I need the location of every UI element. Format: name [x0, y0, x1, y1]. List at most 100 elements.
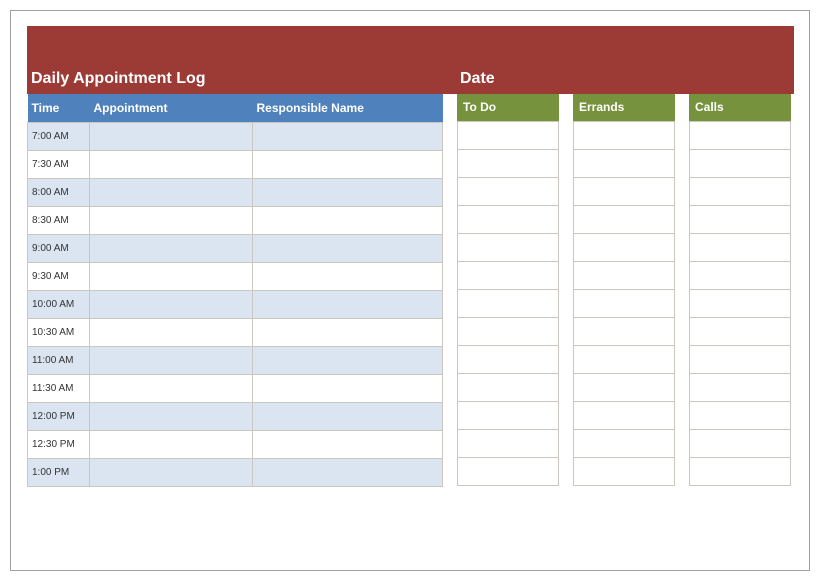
cell-appointment[interactable] — [90, 346, 253, 374]
cell-appointment[interactable] — [90, 430, 253, 458]
side-cell[interactable] — [573, 234, 675, 262]
side-cell[interactable] — [689, 402, 791, 430]
cell-time[interactable]: 11:30 AM — [28, 374, 90, 402]
table-row: 11:00 AM — [28, 346, 443, 374]
side-cell[interactable] — [573, 318, 675, 346]
side-cell[interactable] — [689, 374, 791, 402]
cell-appointment[interactable] — [90, 374, 253, 402]
cell-responsible[interactable] — [253, 150, 443, 178]
side-cell[interactable] — [689, 318, 791, 346]
side-cell[interactable] — [457, 430, 559, 458]
side-column-header: Calls — [689, 94, 791, 122]
side-cell[interactable] — [573, 430, 675, 458]
col-header-time: Time — [28, 94, 90, 122]
table-row: 10:00 AM — [28, 290, 443, 318]
side-cell[interactable] — [457, 150, 559, 178]
cell-time[interactable]: 9:30 AM — [28, 262, 90, 290]
side-cell[interactable] — [573, 206, 675, 234]
side-cell[interactable] — [689, 122, 791, 150]
body-wrap: Time Appointment Responsible Name 7:00 A… — [27, 94, 794, 487]
cell-responsible[interactable] — [253, 234, 443, 262]
cell-appointment[interactable] — [90, 206, 253, 234]
header-bar: Daily Appointment Log Date — [27, 26, 794, 94]
table-row: 7:00 AM — [28, 122, 443, 150]
side-cell[interactable] — [573, 374, 675, 402]
side-cell[interactable] — [457, 122, 559, 150]
cell-time[interactable]: 9:00 AM — [28, 234, 90, 262]
cell-time[interactable]: 8:30 AM — [28, 206, 90, 234]
cell-time[interactable]: 12:30 PM — [28, 430, 90, 458]
table-row: 7:30 AM — [28, 150, 443, 178]
side-cell[interactable] — [457, 206, 559, 234]
side-cell[interactable] — [573, 346, 675, 374]
cell-time[interactable]: 7:30 AM — [28, 150, 90, 178]
cell-time[interactable]: 11:00 AM — [28, 346, 90, 374]
side-cell[interactable] — [457, 318, 559, 346]
side-cell[interactable] — [573, 402, 675, 430]
side-cell[interactable] — [457, 262, 559, 290]
cell-responsible[interactable] — [253, 206, 443, 234]
cell-appointment[interactable] — [90, 122, 253, 150]
side-cell[interactable] — [573, 122, 675, 150]
cell-appointment[interactable] — [90, 262, 253, 290]
side-cell[interactable] — [689, 150, 791, 178]
cell-responsible[interactable] — [253, 346, 443, 374]
side-cell[interactable] — [573, 458, 675, 486]
cell-appointment[interactable] — [90, 178, 253, 206]
cell-responsible[interactable] — [253, 374, 443, 402]
cell-responsible[interactable] — [253, 262, 443, 290]
table-row: 1:00 PM — [28, 458, 443, 486]
cell-time[interactable]: 10:30 AM — [28, 318, 90, 346]
side-cell[interactable] — [573, 150, 675, 178]
cell-responsible[interactable] — [253, 290, 443, 318]
cell-responsible[interactable] — [253, 178, 443, 206]
cell-time[interactable]: 8:00 AM — [28, 178, 90, 206]
side-cell[interactable] — [573, 262, 675, 290]
table-row: 11:30 AM — [28, 374, 443, 402]
cell-responsible[interactable] — [253, 402, 443, 430]
side-column: To Do — [457, 94, 559, 487]
side-columns: To Do Errands Calls — [443, 94, 791, 487]
side-cell[interactable] — [689, 178, 791, 206]
table-row: 12:30 PM — [28, 430, 443, 458]
side-cell[interactable] — [457, 346, 559, 374]
table-row: 10:30 AM — [28, 318, 443, 346]
cell-time[interactable]: 10:00 AM — [28, 290, 90, 318]
document-page: Daily Appointment Log Date Time Appointm… — [10, 10, 810, 571]
side-cell[interactable] — [457, 234, 559, 262]
cell-time[interactable]: 12:00 PM — [28, 402, 90, 430]
side-cell[interactable] — [689, 430, 791, 458]
side-cell[interactable] — [457, 374, 559, 402]
side-column: Calls — [689, 94, 791, 487]
side-column-header: Errands — [573, 94, 675, 122]
side-cell[interactable] — [457, 290, 559, 318]
side-cell[interactable] — [573, 290, 675, 318]
cell-responsible[interactable] — [253, 122, 443, 150]
col-header-appointment: Appointment — [90, 94, 253, 122]
cell-appointment[interactable] — [90, 150, 253, 178]
cell-responsible[interactable] — [253, 430, 443, 458]
side-cell[interactable] — [689, 346, 791, 374]
cell-appointment[interactable] — [90, 318, 253, 346]
side-cell[interactable] — [689, 234, 791, 262]
side-column: Errands — [573, 94, 675, 487]
side-cell[interactable] — [689, 458, 791, 486]
side-cell[interactable] — [573, 178, 675, 206]
side-column-header: To Do — [457, 94, 559, 122]
cell-time[interactable]: 7:00 AM — [28, 122, 90, 150]
table-row: 8:00 AM — [28, 178, 443, 206]
side-cell[interactable] — [689, 206, 791, 234]
side-cell[interactable] — [689, 290, 791, 318]
table-row: 12:00 PM — [28, 402, 443, 430]
cell-time[interactable]: 1:00 PM — [28, 458, 90, 486]
cell-responsible[interactable] — [253, 458, 443, 486]
cell-responsible[interactable] — [253, 318, 443, 346]
side-cell[interactable] — [457, 458, 559, 486]
cell-appointment[interactable] — [90, 234, 253, 262]
side-cell[interactable] — [457, 178, 559, 206]
cell-appointment[interactable] — [90, 290, 253, 318]
side-cell[interactable] — [689, 262, 791, 290]
cell-appointment[interactable] — [90, 458, 253, 486]
cell-appointment[interactable] — [90, 402, 253, 430]
side-cell[interactable] — [457, 402, 559, 430]
